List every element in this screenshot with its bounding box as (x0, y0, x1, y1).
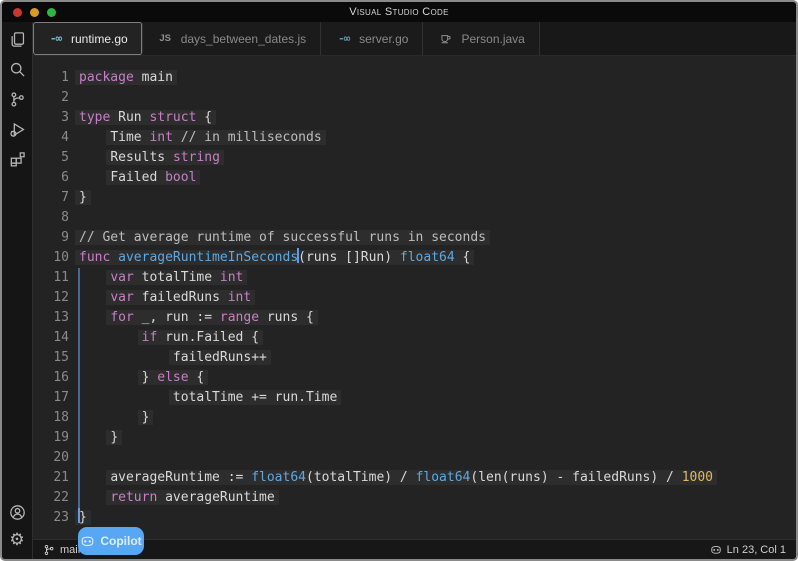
search-icon[interactable] (8, 60, 26, 78)
tab-label: server.go (359, 32, 408, 46)
js-file-icon: JS (157, 34, 174, 44)
line-number: 15 (33, 348, 69, 368)
code-line-18[interactable]: 18 } (33, 408, 796, 428)
java-file-icon (437, 32, 454, 45)
line-number: 21 (33, 468, 69, 488)
settings-icon[interactable]: ⚙ (8, 531, 26, 549)
line-number: 20 (33, 448, 69, 468)
code-line-21[interactable]: 21 averageRuntime := float64(totalTime) … (33, 468, 796, 488)
window-title: Visual Studio Code (349, 6, 448, 18)
code-line-2[interactable]: 2 (33, 88, 796, 108)
line-number: 5 (33, 148, 69, 168)
line-number: 22 (33, 488, 69, 508)
code-line-6[interactable]: 6 Failed bool (33, 168, 796, 188)
status-bar: main Ln 23, Col 1 (33, 539, 796, 559)
active-indent-guide (78, 268, 80, 508)
code-line-23[interactable]: 23} (33, 508, 796, 528)
line-number: 6 (33, 168, 69, 188)
code-line-4[interactable]: 4 Time int // in milliseconds (33, 128, 796, 148)
code-line-3[interactable]: 3type Run struct { (33, 108, 796, 128)
code-line-16[interactable]: 16 } else { (33, 368, 796, 388)
close-window-button[interactable] (13, 8, 22, 17)
copilot-status-icon (710, 544, 722, 556)
tab-label: Person.java (461, 32, 524, 46)
activity-bar: ⚙ (2, 22, 33, 559)
code-line-13[interactable]: 13 for _, run := range runs { (33, 308, 796, 328)
code-line-15[interactable]: 15 failedRuns++ (33, 348, 796, 368)
git-branch-icon (43, 544, 55, 556)
vscode-window: Visual Studio Code ⚙ -∞ runtime.go JS days_… (0, 0, 798, 561)
line-number: 19 (33, 428, 69, 448)
tab-Person.java[interactable]: Person.java (423, 22, 539, 55)
cursor-position-indicator[interactable]: Ln 23, Col 1 (710, 544, 786, 556)
line-number: 12 (33, 288, 69, 308)
zoom-window-button[interactable] (47, 8, 56, 17)
code-line-20[interactable]: 20 (33, 448, 796, 468)
code-line-5[interactable]: 5 Results string (33, 148, 796, 168)
tab-server.go[interactable]: -∞ server.go (321, 22, 423, 55)
run-debug-icon[interactable] (8, 120, 26, 138)
code-line-17[interactable]: 17 totalTime += run.Time (33, 388, 796, 408)
code-editor[interactable]: 1package main23type Run struct {4 Time i… (33, 56, 796, 539)
extensions-icon[interactable] (8, 150, 26, 168)
code-line-12[interactable]: 12 var failedRuns int (33, 288, 796, 308)
line-number: 14 (33, 328, 69, 348)
tab-bar: -∞ runtime.go JS days_between_dates.js -∞ ser… (33, 22, 796, 56)
line-number: 7 (33, 188, 69, 208)
tab-runtime.go[interactable]: -∞ runtime.go (33, 22, 143, 55)
code-line-1[interactable]: 1package main (33, 68, 796, 88)
tab-label: runtime.go (71, 32, 128, 46)
line-number: 18 (33, 408, 69, 428)
line-number: 1 (33, 68, 69, 88)
line-number: 23 (33, 508, 69, 528)
go-file-icon: -∞ (47, 33, 64, 44)
code-line-22[interactable]: 22 return averageRuntime (33, 488, 796, 508)
account-icon[interactable] (8, 503, 26, 521)
copilot-icon (80, 534, 95, 549)
copilot-badge[interactable]: Copilot (78, 527, 144, 555)
go-file-icon: -∞ (335, 33, 352, 44)
copilot-badge-label: Copilot (100, 534, 141, 548)
line-number: 8 (33, 208, 69, 228)
cursor-position: Ln 23, Col 1 (727, 544, 786, 556)
title-bar: Visual Studio Code (2, 2, 796, 22)
minimize-window-button[interactable] (30, 8, 39, 17)
line-number: 11 (33, 268, 69, 288)
explorer-icon[interactable] (8, 30, 26, 48)
code-line-19[interactable]: 19 } (33, 428, 796, 448)
line-number: 13 (33, 308, 69, 328)
line-number: 3 (33, 108, 69, 128)
code-line-7[interactable]: 7} (33, 188, 796, 208)
code-line-8[interactable]: 8 (33, 208, 796, 228)
code-line-9[interactable]: 9// Get average runtime of successful ru… (33, 228, 796, 248)
tab-label: days_between_dates.js (181, 32, 306, 46)
line-number: 10 (33, 248, 69, 268)
line-number: 16 (33, 368, 69, 388)
tab-days_between_dates.js[interactable]: JS days_between_dates.js (143, 22, 321, 55)
traffic-lights (13, 2, 56, 22)
source-control-icon[interactable] (8, 90, 26, 108)
code-line-11[interactable]: 11 var totalTime int (33, 268, 796, 288)
line-number: 2 (33, 88, 69, 108)
code-line-14[interactable]: 14 if run.Failed { (33, 328, 796, 348)
code-line-10[interactable]: 10func averageRuntimeInSeconds(runs []Ru… (33, 248, 796, 268)
line-number: 17 (33, 388, 69, 408)
line-number: 9 (33, 228, 69, 248)
line-number: 4 (33, 128, 69, 148)
